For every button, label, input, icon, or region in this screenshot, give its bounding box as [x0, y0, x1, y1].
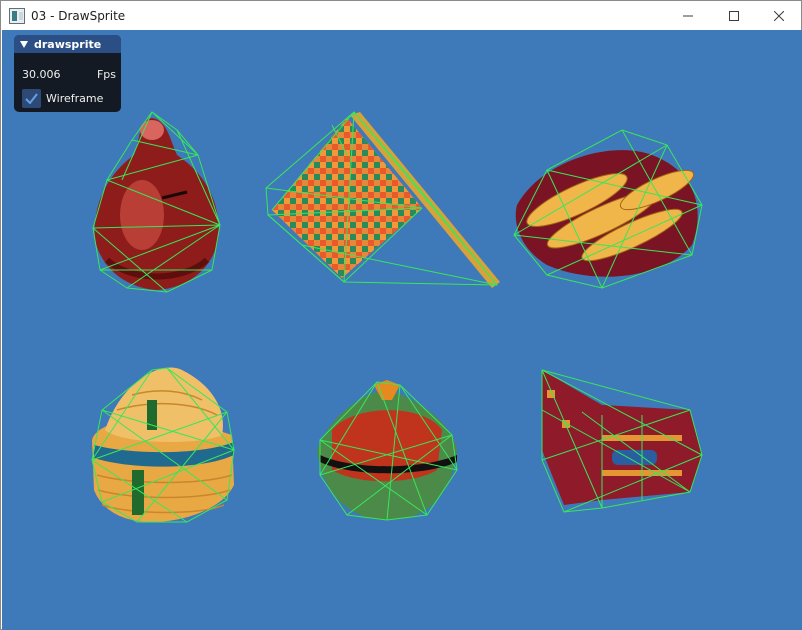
wireframe-checkbox[interactable] — [22, 89, 41, 108]
fps-row: 30.006 Fps — [22, 68, 116, 81]
title-bar[interactable]: 03 - DrawSprite — [1, 1, 801, 30]
close-icon — [774, 10, 784, 21]
sprite-necklaces — [513, 129, 703, 289]
fps-value: 30.006 — [22, 68, 61, 81]
app-window: 03 - DrawSprite drawsprite 30.006 Fps Wi… — [0, 0, 802, 630]
close-button[interactable] — [757, 1, 801, 30]
sprite-clay-pot — [92, 111, 221, 293]
sprite-basket-striped — [91, 367, 235, 523]
panel-title: drawsprite — [34, 37, 102, 51]
maximize-icon — [729, 10, 739, 21]
minimize-icon — [683, 15, 693, 16]
maximize-button[interactable] — [711, 1, 757, 30]
app-icon — [9, 7, 25, 24]
panel-header[interactable]: drawsprite — [14, 35, 121, 53]
fps-label: Fps — [96, 68, 116, 81]
window-controls — [665, 1, 801, 30]
sprite-basket-green — [317, 380, 458, 521]
sprite-bag — [541, 369, 703, 513]
minimize-button[interactable] — [665, 1, 711, 30]
render-viewport[interactable]: drawsprite 30.006 Fps Wireframe — [2, 30, 802, 630]
collapse-triangle-icon[interactable] — [20, 40, 28, 48]
sprite-scene — [91, 111, 703, 523]
window-title: 03 - DrawSprite — [31, 8, 126, 23]
wireframe-row[interactable]: Wireframe — [22, 89, 103, 108]
sprite-tapestry — [265, 111, 500, 288]
debug-panel: drawsprite 30.006 Fps Wireframe — [14, 35, 121, 112]
wireframe-label: Wireframe — [46, 92, 104, 105]
checkmark-icon — [25, 93, 38, 104]
